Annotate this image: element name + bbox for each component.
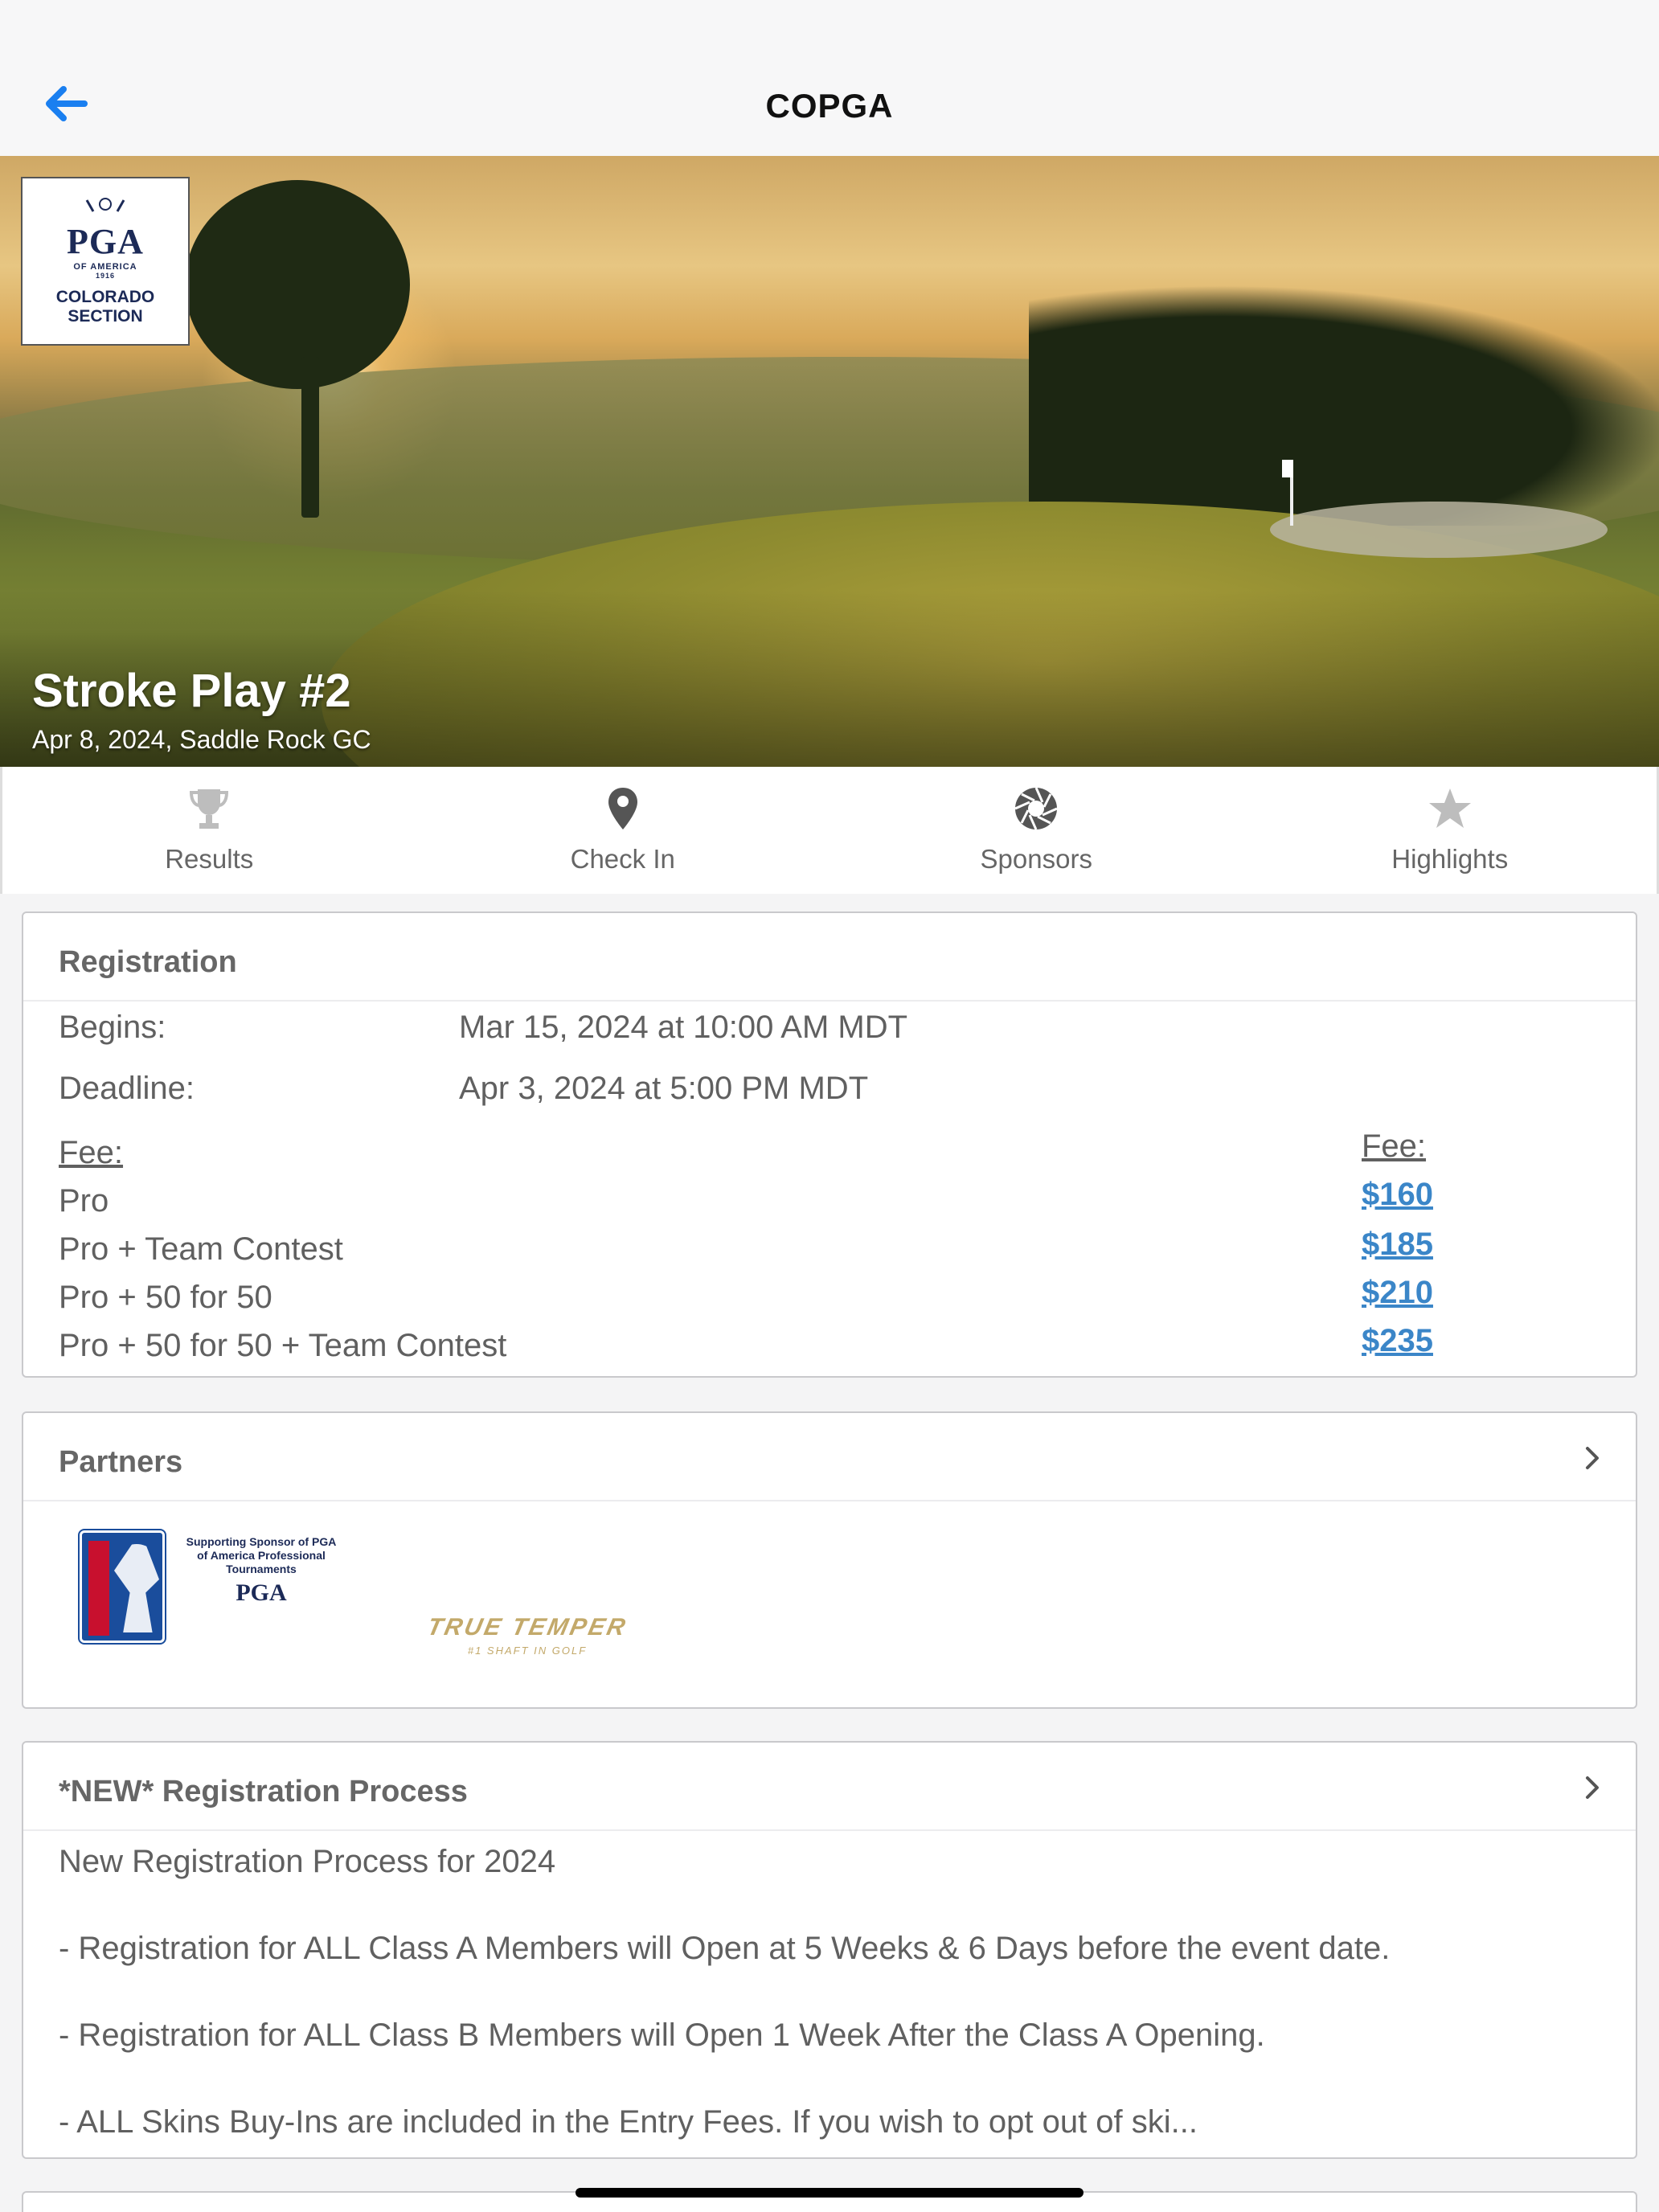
registration-header: Registration <box>23 913 1636 1002</box>
begins-label: Begins: <box>59 1010 166 1045</box>
tree-trunk <box>301 357 319 518</box>
fee-header-left: Fee: <box>59 1135 124 1170</box>
supporting-sponsor-text: Supporting Sponsor of PGA of America Pro… <box>186 1535 337 1575</box>
chevron-right-icon <box>1586 1447 1599 1469</box>
tree-shape <box>185 180 410 389</box>
top-bar: COPGA <box>0 0 1659 156</box>
check-in-button[interactable]: Check In <box>416 767 830 894</box>
process-header: *NEW* Registration Process <box>23 1743 1636 1831</box>
sand-bunker <box>1270 502 1608 558</box>
pga-crest-icon <box>85 197 125 212</box>
pga-colorado-logo: PGA OF AMERICA 1916 COLORADO SECTION <box>21 177 190 346</box>
sponsors-button[interactable]: Sponsors <box>830 767 1243 894</box>
logo-section-line1: COLORADO <box>55 287 155 306</box>
supporting-sponsor-logo: Supporting Sponsor of PGA of America Pro… <box>181 1535 342 1606</box>
flag <box>1282 460 1293 477</box>
tree-line <box>1029 285 1659 526</box>
supporting-brand: PGA <box>236 1579 287 1606</box>
deadline-value: Apr 3, 2024 at 5:00 PM MDT <box>459 1071 869 1106</box>
fee-name-pro: Pro <box>59 1183 109 1219</box>
fee-name-pro-50: Pro + 50 for 50 <box>59 1280 272 1315</box>
star-icon <box>1426 784 1474 833</box>
check-in-label: Check In <box>570 844 675 874</box>
fee-name-pro-50-team: Pro + 50 for 50 + Team Contest <box>59 1328 507 1363</box>
trophy-icon <box>185 784 233 833</box>
fee-price-pro-team[interactable]: $185 <box>1362 1227 1433 1263</box>
registration-card: Registration Begins: Mar 15, 2024 at 10:… <box>22 911 1637 1378</box>
pga-tour-logo <box>78 1529 166 1645</box>
logo-subtitle: OF AMERICA <box>73 261 137 272</box>
highlights-button[interactable]: Highlights <box>1243 767 1657 894</box>
process-line-4: - ALL Skins Buy-Ins are included in the … <box>59 2104 1198 2140</box>
begins-value: Mar 15, 2024 at 10:00 AM MDT <box>459 1010 908 1045</box>
logo-section: COLORADO SECTION <box>56 288 155 326</box>
location-pin-icon <box>599 784 647 833</box>
event-subtitle: Apr 8, 2024, Saddle Rock GC <box>32 725 371 754</box>
event-title: Stroke Play #2 <box>32 665 351 717</box>
app-title: COPGA <box>765 87 894 125</box>
home-indicator[interactable] <box>576 2188 1083 2198</box>
results-button[interactable]: Results <box>2 767 416 894</box>
process-title: *NEW* Registration Process <box>59 1775 468 1809</box>
partners-title: Partners <box>59 1445 183 1479</box>
golfer-silhouette-icon <box>114 1544 159 1632</box>
sponsors-label: Sponsors <box>980 844 1092 874</box>
process-line-3: - Registration for ALL Class B Members w… <box>59 2017 1265 2053</box>
results-label: Results <box>165 844 254 874</box>
registration-process-card[interactable]: *NEW* Registration Process New Registrat… <box>22 1741 1637 2159</box>
fee-price-pro-50-team[interactable]: $235 <box>1362 1323 1433 1359</box>
fee-price-pro-50[interactable]: $210 <box>1362 1275 1433 1311</box>
fee-price-pro[interactable]: $160 <box>1362 1177 1433 1213</box>
aperture-icon <box>1012 784 1060 833</box>
highlights-label: Highlights <box>1391 844 1509 874</box>
logo-section-line2: SECTION <box>68 306 143 326</box>
partners-card[interactable]: Partners Supporting Sponsor of PGA of Am… <box>22 1411 1637 1709</box>
logo-brand: PGA <box>67 221 144 261</box>
logo-year: 1916 <box>95 271 116 280</box>
process-line-1: New Registration Process for 2024 <box>59 1844 556 1879</box>
event-action-bar: Results Check In Sponsors Highlights <box>0 767 1659 894</box>
tour-logo-bar <box>88 1541 109 1636</box>
registration-title: Registration <box>59 945 237 979</box>
deadline-label: Deadline: <box>59 1071 195 1106</box>
process-line-2: - Registration for ALL Class A Members w… <box>59 1931 1391 1966</box>
partners-header: Partners <box>23 1413 1636 1501</box>
true-temper-tagline: #1 SHAFT IN GOLF <box>467 1645 588 1657</box>
true-temper-logo: TRUE TEMPER <box>424 1614 630 1641</box>
fee-header-right: Fee: <box>1362 1129 1427 1164</box>
chevron-right-icon <box>1586 1776 1599 1799</box>
fee-name-pro-team: Pro + Team Contest <box>59 1231 343 1267</box>
